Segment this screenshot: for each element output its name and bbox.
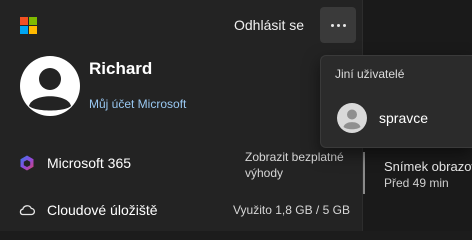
person-avatar-icon [20, 56, 80, 116]
storage-usage-text: Využito 1,8 GB / 5 GB [233, 203, 350, 217]
free-benefits-link[interactable]: Zobrazit bezplatné výhody [245, 149, 357, 181]
user-icon [337, 103, 367, 133]
background-notification[interactable]: Snímek obrazovi Před 49 min [363, 150, 472, 192]
more-horizontal-icon [336, 23, 340, 27]
user-name: Richard [89, 59, 153, 78]
microsoft-account-link[interactable]: Můj účet Microsoft [89, 97, 186, 111]
logo-square-yellow [29, 26, 37, 34]
more-horizontal-icon [330, 23, 334, 27]
logo-square-red [20, 17, 28, 25]
microsoft-logo-icon [20, 17, 37, 34]
other-user-name: spravce [379, 110, 429, 126]
notification-time: Před 49 min [384, 176, 449, 190]
more-horizontal-icon [342, 23, 346, 27]
microsoft-365-label: Microsoft 365 [47, 155, 132, 171]
logo-square-green [29, 17, 37, 25]
profile-section: Richard Můj účet Microsoft [0, 50, 363, 135]
logo-square-blue [20, 26, 28, 34]
account-panel: Odhlásit se Richard Můj účet Microsoft M… [0, 0, 363, 231]
other-users-header: Jiní uživatelé [335, 67, 405, 81]
panel-header: Odhlásit se [0, 0, 363, 50]
other-users-flyout: Jiní uživatelé spravce [320, 55, 472, 148]
other-user-item[interactable]: spravce [329, 101, 471, 135]
microsoft-365-icon [20, 155, 34, 171]
sign-out-button[interactable]: Odhlásit se [226, 12, 312, 38]
cloud-storage-row[interactable]: Cloudové úložiště Využito 1,8 GB / 5 GB [0, 192, 363, 236]
notification-title: Snímek obrazovi [384, 159, 472, 174]
microsoft-365-row[interactable]: Microsoft 365 Zobrazit bezplatné výhody [0, 142, 363, 186]
more-options-button[interactable] [320, 7, 356, 43]
cloud-storage-label: Cloudové úložiště [47, 202, 158, 218]
cloud-icon [19, 205, 35, 216]
